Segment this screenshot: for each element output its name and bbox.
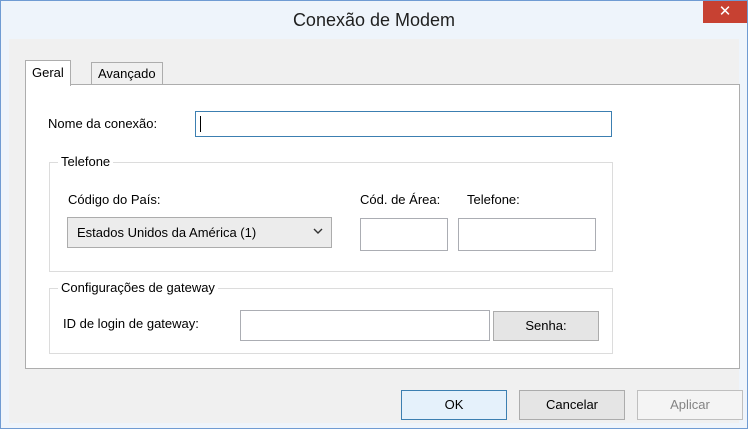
dialog-title: Conexão de Modem (292, 10, 456, 30)
gateway-group-title: Configurações de gateway (58, 280, 218, 295)
cancel-button[interactable]: Cancelar (519, 390, 625, 420)
title-bar[interactable]: Conexão de Modem ✕ (1, 1, 747, 39)
area-code-label: Cód. de Área: (360, 192, 441, 207)
close-button[interactable]: ✕ (703, 1, 747, 23)
tab-advanced-label: Avançado (98, 66, 156, 81)
phone-label: Telefone: (467, 192, 520, 207)
country-code-value: Estados Unidos da América (1) (77, 225, 257, 240)
phone-input[interactable] (458, 218, 596, 251)
dialog-body: Geral Avançado Nome da conexão: Telefone… (9, 39, 743, 423)
phone-group: Telefone Código do País: Estados Unidos … (49, 154, 613, 272)
connection-name-input[interactable] (195, 111, 612, 137)
country-code-label: Código do País: (68, 192, 161, 207)
connection-name-label: Nome da conexão: (48, 116, 158, 131)
chevron-down-icon (313, 228, 323, 234)
country-code-select[interactable]: Estados Unidos da América (1) (67, 217, 332, 248)
ok-button[interactable]: OK (401, 390, 507, 420)
tab-general[interactable]: Geral (25, 60, 71, 86)
modem-connection-dialog: Conexão de Modem ✕ Geral Avançado Nome d… (0, 0, 748, 429)
gateway-login-input[interactable] (240, 310, 490, 341)
gateway-login-label: ID de login de gateway: (63, 316, 199, 331)
password-button[interactable]: Senha: (493, 311, 599, 341)
gateway-group: Configurações de gateway ID de login de … (49, 280, 613, 354)
phone-group-title: Telefone (58, 154, 114, 169)
general-tab-panel: Nome da conexão: Telefone Código do País… (25, 84, 740, 369)
apply-button[interactable]: Aplicar (637, 390, 743, 420)
tab-advanced[interactable]: Avançado (91, 62, 163, 84)
text-caret (200, 116, 201, 132)
tab-general-label: Geral (32, 65, 64, 80)
close-icon: ✕ (718, 3, 732, 20)
area-code-input[interactable] (360, 218, 448, 251)
